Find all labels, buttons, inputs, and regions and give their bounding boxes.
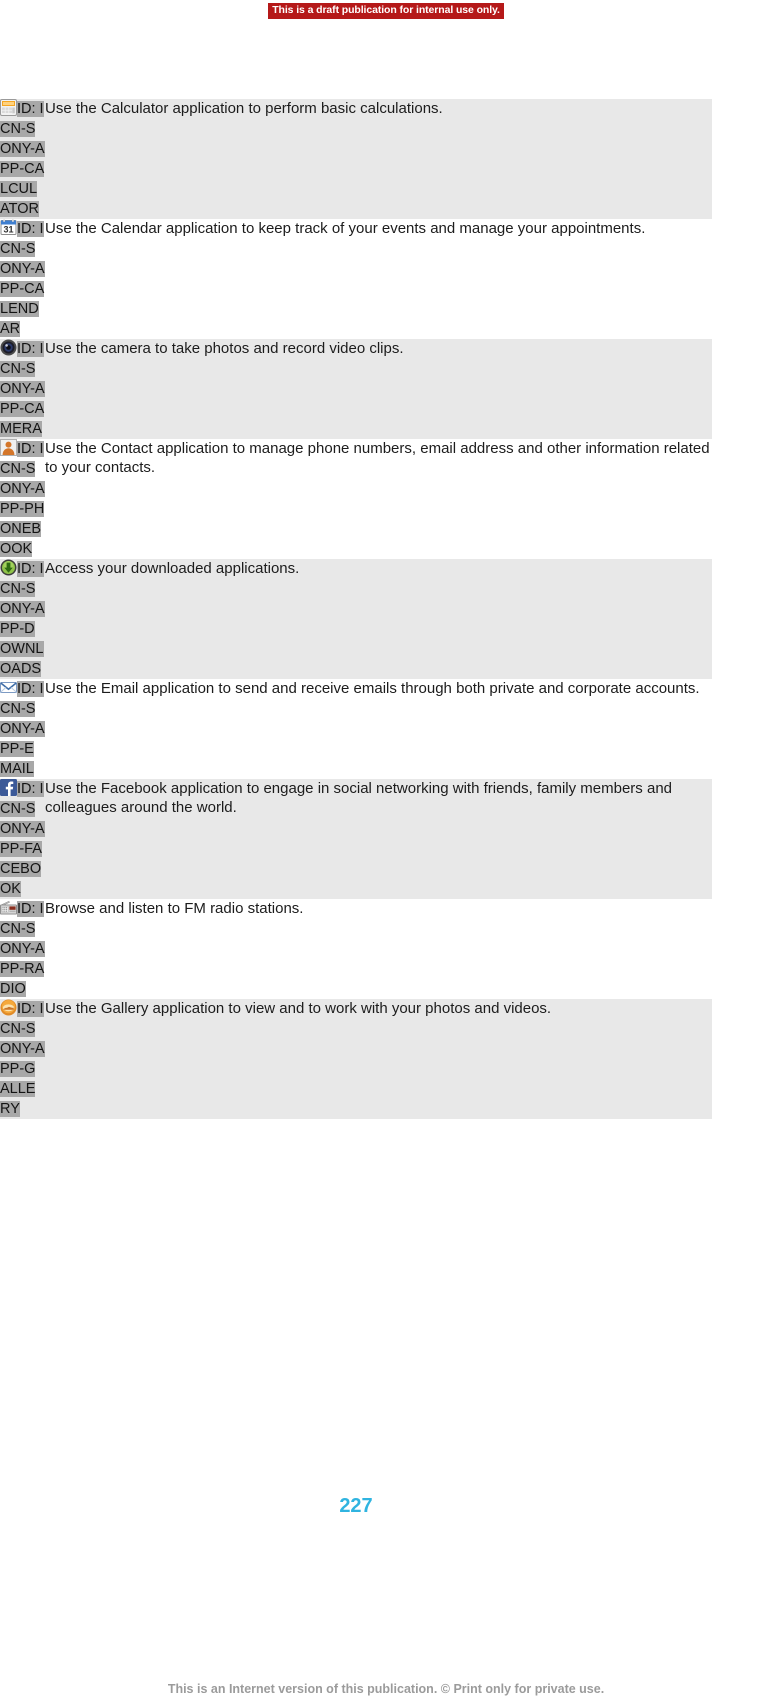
icon-id-highlight: ID: ICN-SONY-APP-CALENDAR bbox=[0, 221, 45, 337]
icon-id-cell: ID: ICN-SONY-APP-CAMERA bbox=[0, 339, 45, 439]
footer-copyright-note: This is an Internet version of this publ… bbox=[167, 1682, 605, 1696]
icon-id-text: ID: ICN-SONY-APP-FACEBOOK bbox=[0, 779, 45, 899]
table-row: ID: ICN-SONY-APP-EMAIL Use the Email appl… bbox=[0, 679, 712, 779]
description-text: Use the Gallery application to view and … bbox=[45, 1000, 552, 1017]
table-row: ID: ICN-SONY-APP-FACEBOOK Use the Faceboo… bbox=[0, 779, 712, 899]
icon-id-cell: ID: ICN-SONY-APP-CALCULATOR bbox=[0, 99, 45, 219]
email-icon bbox=[0, 679, 17, 696]
description-cell: Use the Email application to send and re… bbox=[45, 679, 712, 779]
icon-id-cell: 31 ID: ICN-SONY-APP-CALENDAR bbox=[0, 219, 45, 339]
table-row: ID: ICN-SONY-APP-GALLERY Use the Gallery … bbox=[0, 999, 712, 1119]
icon-id-text: ID: ICN-SONY-APP-CAMERA bbox=[0, 339, 45, 439]
application-icons-table: ID: ICN-SONY-APP-CALCULATOR Use the Calcu… bbox=[0, 99, 712, 1119]
icon-id-cell: ID: ICN-SONY-APP-GALLERY bbox=[0, 999, 45, 1119]
table-row: 31 ID: ICN-SONY-APP-CALENDAR Use the Calen… bbox=[0, 219, 712, 339]
description-cell: Use the Calendar application to keep tra… bbox=[45, 219, 712, 339]
description-cell: Use the Gallery application to view and … bbox=[45, 999, 712, 1119]
description-text: Use the Calendar application to keep tra… bbox=[45, 220, 646, 237]
description-text: Access your downloaded applications. bbox=[45, 560, 300, 577]
icon-id-text: ID: ICN-SONY-APP-RADIO bbox=[0, 899, 45, 999]
description-cell: Use the Facebook application to engage i… bbox=[45, 779, 712, 899]
calendar-icon: 31 bbox=[0, 219, 17, 236]
icon-id-text: ID: ICN-SONY-APP-CALCULATOR bbox=[0, 99, 45, 219]
table-row: ID: ICN-SONY-APP-RADIO Browse and listen … bbox=[0, 899, 712, 999]
icon-id-highlight: ID: ICN-SONY-APP-GALLERY bbox=[0, 1001, 45, 1117]
table-row: ID: ICN-SONY-APP-CAMERA Use the camera to… bbox=[0, 339, 712, 439]
phonebook-icon bbox=[0, 439, 17, 456]
description-text: Use the Facebook application to engage i… bbox=[45, 780, 672, 816]
icon-id-text: ID: ICN-SONY-APP-PHONEBOOK bbox=[0, 439, 45, 559]
icon-id-text: 31 ID: ICN-SONY-APP-CALENDAR bbox=[0, 219, 45, 339]
icon-id-highlight: ID: ICN-SONY-APP-FACEBOOK bbox=[0, 781, 45, 897]
downloads-icon bbox=[0, 559, 17, 576]
draft-banner-container: This is a draft publication for internal… bbox=[0, 0, 772, 19]
description-text: Use the Calculator application to perfor… bbox=[45, 100, 443, 117]
table-row: ID: ICN-SONY-APP-DOWNLOADS Access your do… bbox=[0, 559, 712, 679]
svg-text:31: 31 bbox=[3, 224, 13, 234]
gallery-icon bbox=[0, 999, 17, 1016]
description-text: Use the Contact application to manage ph… bbox=[45, 440, 710, 476]
table-row: ID: ICN-SONY-APP-PHONEBOOK Use the Contac… bbox=[0, 439, 712, 559]
icon-id-highlight: ID: ICN-SONY-APP-PHONEBOOK bbox=[0, 441, 45, 557]
description-text: Use the camera to take photos and record… bbox=[45, 340, 404, 357]
icon-id-cell: ID: ICN-SONY-APP-EMAIL bbox=[0, 679, 45, 779]
icon-id-cell: ID: ICN-SONY-APP-DOWNLOADS bbox=[0, 559, 45, 679]
icon-id-cell: ID: ICN-SONY-APP-PHONEBOOK bbox=[0, 439, 45, 559]
camera-icon bbox=[0, 339, 17, 356]
icon-id-text: ID: ICN-SONY-APP-EMAIL bbox=[0, 679, 45, 779]
description-cell: Access your downloaded applications. bbox=[45, 559, 712, 679]
description-cell: Use the Calculator application to perfor… bbox=[45, 99, 712, 219]
icon-id-highlight: ID: ICN-SONY-APP-CALCULATOR bbox=[0, 101, 45, 217]
icon-id-text: ID: ICN-SONY-APP-DOWNLOADS bbox=[0, 559, 45, 679]
description-cell: Use the Contact application to manage ph… bbox=[45, 439, 712, 559]
description-text: Use the Email application to send and re… bbox=[45, 680, 700, 697]
description-cell: Browse and listen to FM radio stations. bbox=[45, 899, 712, 999]
facebook-icon bbox=[0, 779, 17, 796]
icon-id-cell: ID: ICN-SONY-APP-RADIO bbox=[0, 899, 45, 999]
description-cell: Use the camera to take photos and record… bbox=[45, 339, 712, 439]
page-number: 227 bbox=[339, 1495, 373, 1517]
icon-id-highlight: ID: ICN-SONY-APP-DOWNLOADS bbox=[0, 561, 45, 677]
table-row: ID: ICN-SONY-APP-CALCULATOR Use the Calcu… bbox=[0, 99, 712, 219]
radio-icon bbox=[0, 899, 17, 916]
icon-id-cell: ID: ICN-SONY-APP-FACEBOOK bbox=[0, 779, 45, 899]
description-text: Browse and listen to FM radio stations. bbox=[45, 900, 304, 917]
calculator-icon bbox=[0, 99, 17, 116]
draft-notice-banner: This is a draft publication for internal… bbox=[268, 3, 504, 19]
icon-id-text: ID: ICN-SONY-APP-GALLERY bbox=[0, 999, 45, 1119]
